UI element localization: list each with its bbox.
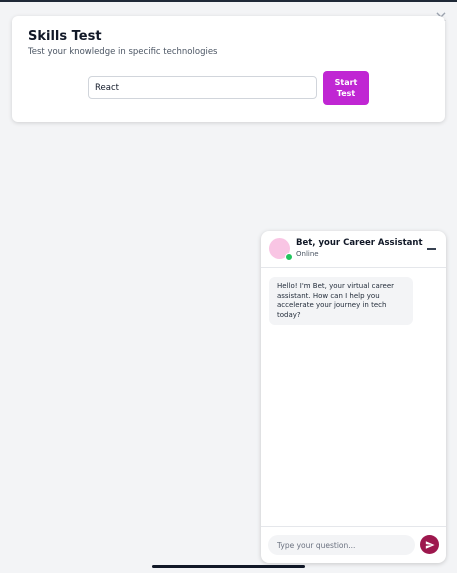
skills-test-title: Skills Test xyxy=(28,29,102,44)
chat-status: Online xyxy=(296,250,319,258)
chat-question-input[interactable] xyxy=(268,535,415,555)
skills-test-card: Skills Test Test your knowledge in speci… xyxy=(12,16,445,122)
home-indicator xyxy=(152,565,305,568)
technology-input[interactable] xyxy=(88,76,317,99)
send-icon xyxy=(425,540,435,549)
online-status-dot xyxy=(285,253,293,261)
chat-title: Bet, your Career Assistant xyxy=(296,238,423,248)
skills-test-subtitle: Test your knowledge in specific technolo… xyxy=(28,47,218,57)
start-test-button[interactable]: Start Test xyxy=(323,71,369,105)
chat-footer xyxy=(261,526,446,563)
top-border xyxy=(0,0,457,2)
minimize-icon[interactable] xyxy=(427,248,436,250)
chat-header: Bet, your Career Assistant Online xyxy=(261,231,446,268)
assistant-message: Hello! I'm Bet, your virtual career assi… xyxy=(269,277,413,325)
send-button[interactable] xyxy=(420,535,439,554)
chat-assistant-panel: Bet, your Career Assistant Online Hello!… xyxy=(261,231,446,563)
